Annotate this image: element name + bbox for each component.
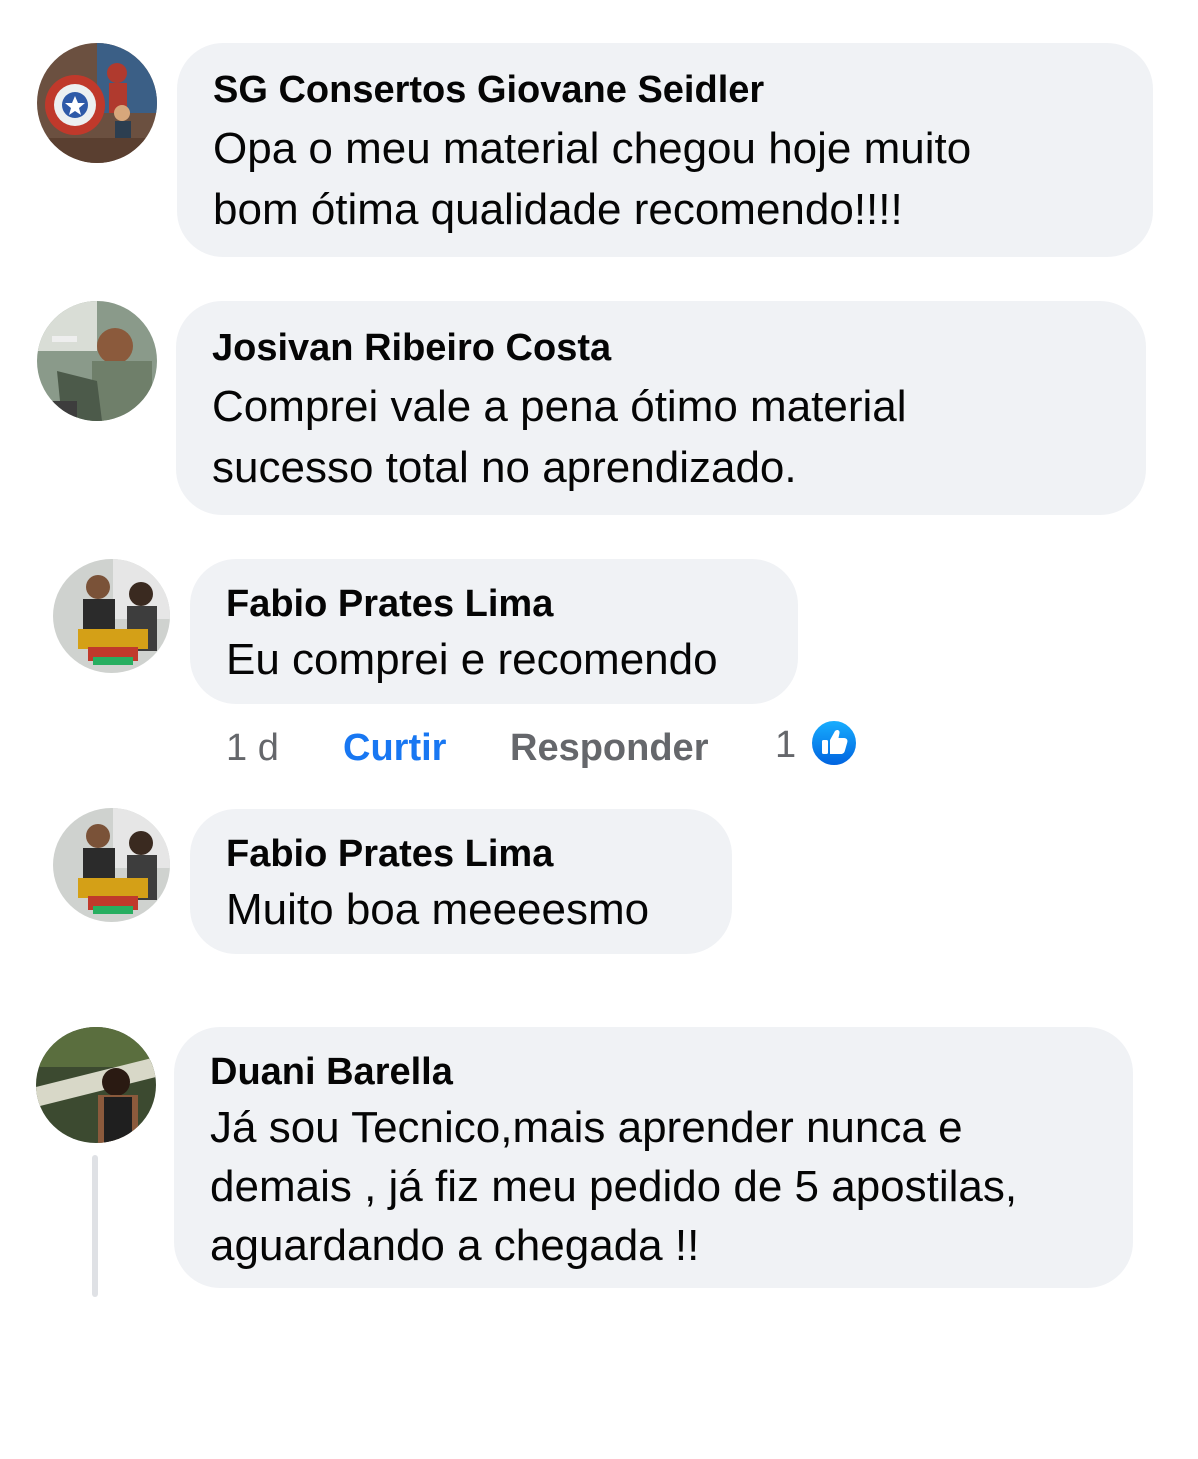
comment-text-line: Opa o meu material chegou hoje muito bbox=[213, 124, 972, 173]
comment-time: 1 d bbox=[226, 727, 279, 769]
like-action-button[interactable]: Curtir bbox=[343, 729, 446, 767]
comment-bubble: Josivan Ribeiro Costa Comprei vale a pen… bbox=[176, 301, 1146, 515]
comment-text-line: Muito boa meeeesmo bbox=[226, 885, 650, 934]
comment-text-line: bom ótima qualidade recomendo!!!! bbox=[213, 185, 903, 234]
avatar-sg-consertos[interactable] bbox=[37, 43, 157, 163]
comment-text-line: demais , já fiz meu pedido de 5 apostila… bbox=[210, 1162, 1018, 1211]
comment-author[interactable]: Fabio Prates Lima bbox=[226, 835, 553, 873]
avatar-fabio[interactable] bbox=[53, 808, 170, 922]
comment-bubble: Fabio Prates Lima Eu comprei e recomendo bbox=[190, 559, 798, 704]
reaction-count[interactable]: 1 bbox=[775, 726, 796, 764]
comment-author[interactable]: Josivan Ribeiro Costa bbox=[212, 329, 611, 367]
comment-text-line: sucesso total no aprendizado. bbox=[212, 443, 797, 492]
comment-author[interactable]: Duani Barella bbox=[210, 1053, 453, 1091]
avatar-josivan[interactable] bbox=[37, 301, 157, 421]
reply-action-button[interactable]: Responder bbox=[510, 729, 708, 767]
avatar-duani[interactable] bbox=[36, 1027, 156, 1143]
like-thumb-icon[interactable] bbox=[810, 719, 858, 767]
comment-bubble: Duani Barella Já sou Tecnico,mais aprend… bbox=[174, 1027, 1133, 1288]
comment-author[interactable]: SG Consertos Giovane Seidler bbox=[213, 71, 764, 109]
comment-author[interactable]: Fabio Prates Lima bbox=[226, 585, 553, 623]
reply-thread-line bbox=[92, 1155, 98, 1297]
comment-bubble: Fabio Prates Lima Muito boa meeeesmo bbox=[190, 809, 732, 954]
avatar-fabio[interactable] bbox=[53, 559, 170, 673]
comment-text-line: aguardando a chegada !! bbox=[210, 1221, 700, 1270]
comment-text-line: Eu comprei e recomendo bbox=[226, 635, 718, 684]
comment-text-line: Já sou Tecnico,mais aprender nunca e bbox=[210, 1103, 963, 1152]
comment-text-line: Comprei vale a pena ótimo material bbox=[212, 382, 907, 431]
comment-bubble: SG Consertos Giovane Seidler Opa o meu m… bbox=[177, 43, 1153, 257]
